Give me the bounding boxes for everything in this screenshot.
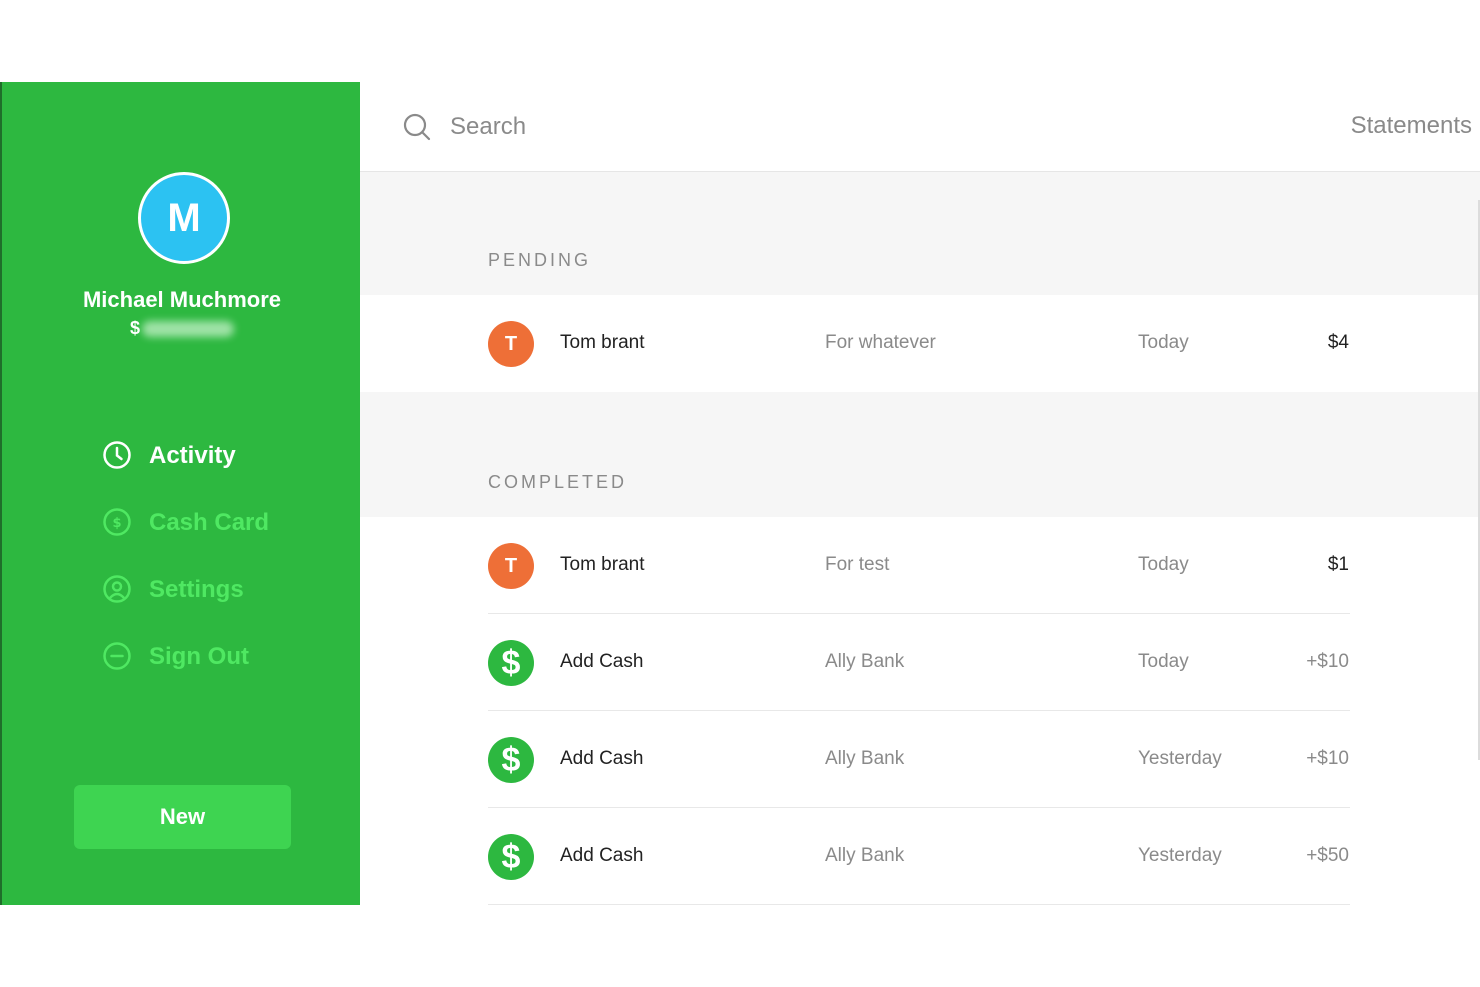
new-payment-button[interactable]: New: [74, 785, 291, 849]
transaction-row[interactable]: $ Add Cash Ally Bank Today +$10: [360, 614, 1480, 711]
transaction-note: Ally Bank: [825, 651, 905, 672]
cashtag-redacted: [142, 321, 235, 338]
transaction-name: Add Cash: [560, 845, 644, 866]
transaction-date: Yesterday: [1138, 748, 1222, 769]
sidebar-item-label: Activity: [149, 442, 236, 469]
transaction-name: Add Cash: [560, 748, 644, 769]
main-panel: Statements PENDING T Tom brant For whate…: [360, 82, 1480, 905]
transaction-name: Tom brant: [560, 554, 645, 575]
contact-avatar: T: [488, 321, 534, 367]
transaction-date: Today: [1138, 651, 1189, 672]
sidebar-item-sign-out[interactable]: Sign Out: [102, 641, 269, 708]
app-window: M Michael Muchmore $ Activity $ Cash Car…: [0, 82, 1480, 905]
transaction-note: Ally Bank: [825, 845, 905, 866]
transaction-amount: +$10: [1306, 748, 1349, 769]
transaction-row[interactable]: $ Add Cash Ally Bank Yesterday +$50: [360, 808, 1480, 905]
transaction-row[interactable]: T Tom brant For test Today $1: [360, 517, 1480, 614]
sidebar-item-label: Cash Card: [149, 509, 270, 536]
search-input[interactable]: [448, 106, 1052, 148]
sidebar-nav: Activity $ Cash Card Settings Sign Out: [102, 440, 269, 708]
transaction-amount: $4: [1327, 332, 1349, 353]
section-title: COMPLETED: [488, 472, 628, 492]
dollar-icon: $: [488, 640, 534, 686]
profile-avatar[interactable]: M: [138, 172, 230, 264]
cashtag: $: [130, 318, 235, 339]
transaction-name: Add Cash: [560, 651, 644, 672]
row-divider: [488, 904, 1350, 905]
transaction-date: Today: [1138, 554, 1189, 575]
completed-section-header: COMPLETED: [360, 392, 1480, 517]
transaction-name: Tom brant: [560, 332, 645, 353]
sidebar: M Michael Muchmore $ Activity $ Cash Car…: [0, 82, 360, 905]
dollar-circle-icon: $: [103, 508, 131, 536]
pending-section-header: PENDING: [360, 172, 1480, 295]
transaction-note: Ally Bank: [825, 748, 905, 769]
sidebar-item-activity[interactable]: Activity: [102, 440, 269, 507]
dollar-icon: $: [488, 834, 534, 880]
transaction-date: Today: [1138, 332, 1189, 353]
user-circle-icon: [103, 575, 131, 603]
statements-link[interactable]: Statements: [1351, 112, 1472, 140]
user-name: Michael Muchmore: [82, 287, 282, 312]
sidebar-item-label: Sign Out: [149, 643, 249, 670]
sidebar-item-cash-card[interactable]: $ Cash Card: [102, 507, 269, 574]
section-title: PENDING: [488, 250, 592, 270]
search-bar: Statements: [360, 82, 1480, 172]
transaction-note: For test: [825, 554, 890, 575]
transaction-date: Yesterday: [1138, 845, 1222, 866]
cashtag-prefix: $: [130, 318, 141, 338]
search-icon[interactable]: [402, 112, 432, 142]
transaction-amount: +$10: [1306, 651, 1349, 672]
transaction-note: For whatever: [825, 332, 936, 353]
dollar-icon: $: [488, 737, 534, 783]
sidebar-item-settings[interactable]: Settings: [102, 574, 269, 641]
svg-text:$: $: [112, 516, 121, 531]
transaction-row[interactable]: T Tom brant For whatever Today $4: [360, 295, 1480, 392]
minus-circle-icon: [103, 642, 131, 670]
transaction-amount: $1: [1327, 554, 1349, 575]
clock-icon: [103, 441, 131, 469]
contact-avatar: T: [488, 543, 534, 589]
transaction-row[interactable]: $ Add Cash Ally Bank Yesterday +$10: [360, 711, 1480, 808]
sidebar-item-label: Settings: [149, 576, 244, 603]
transaction-amount: +$50: [1306, 845, 1349, 866]
